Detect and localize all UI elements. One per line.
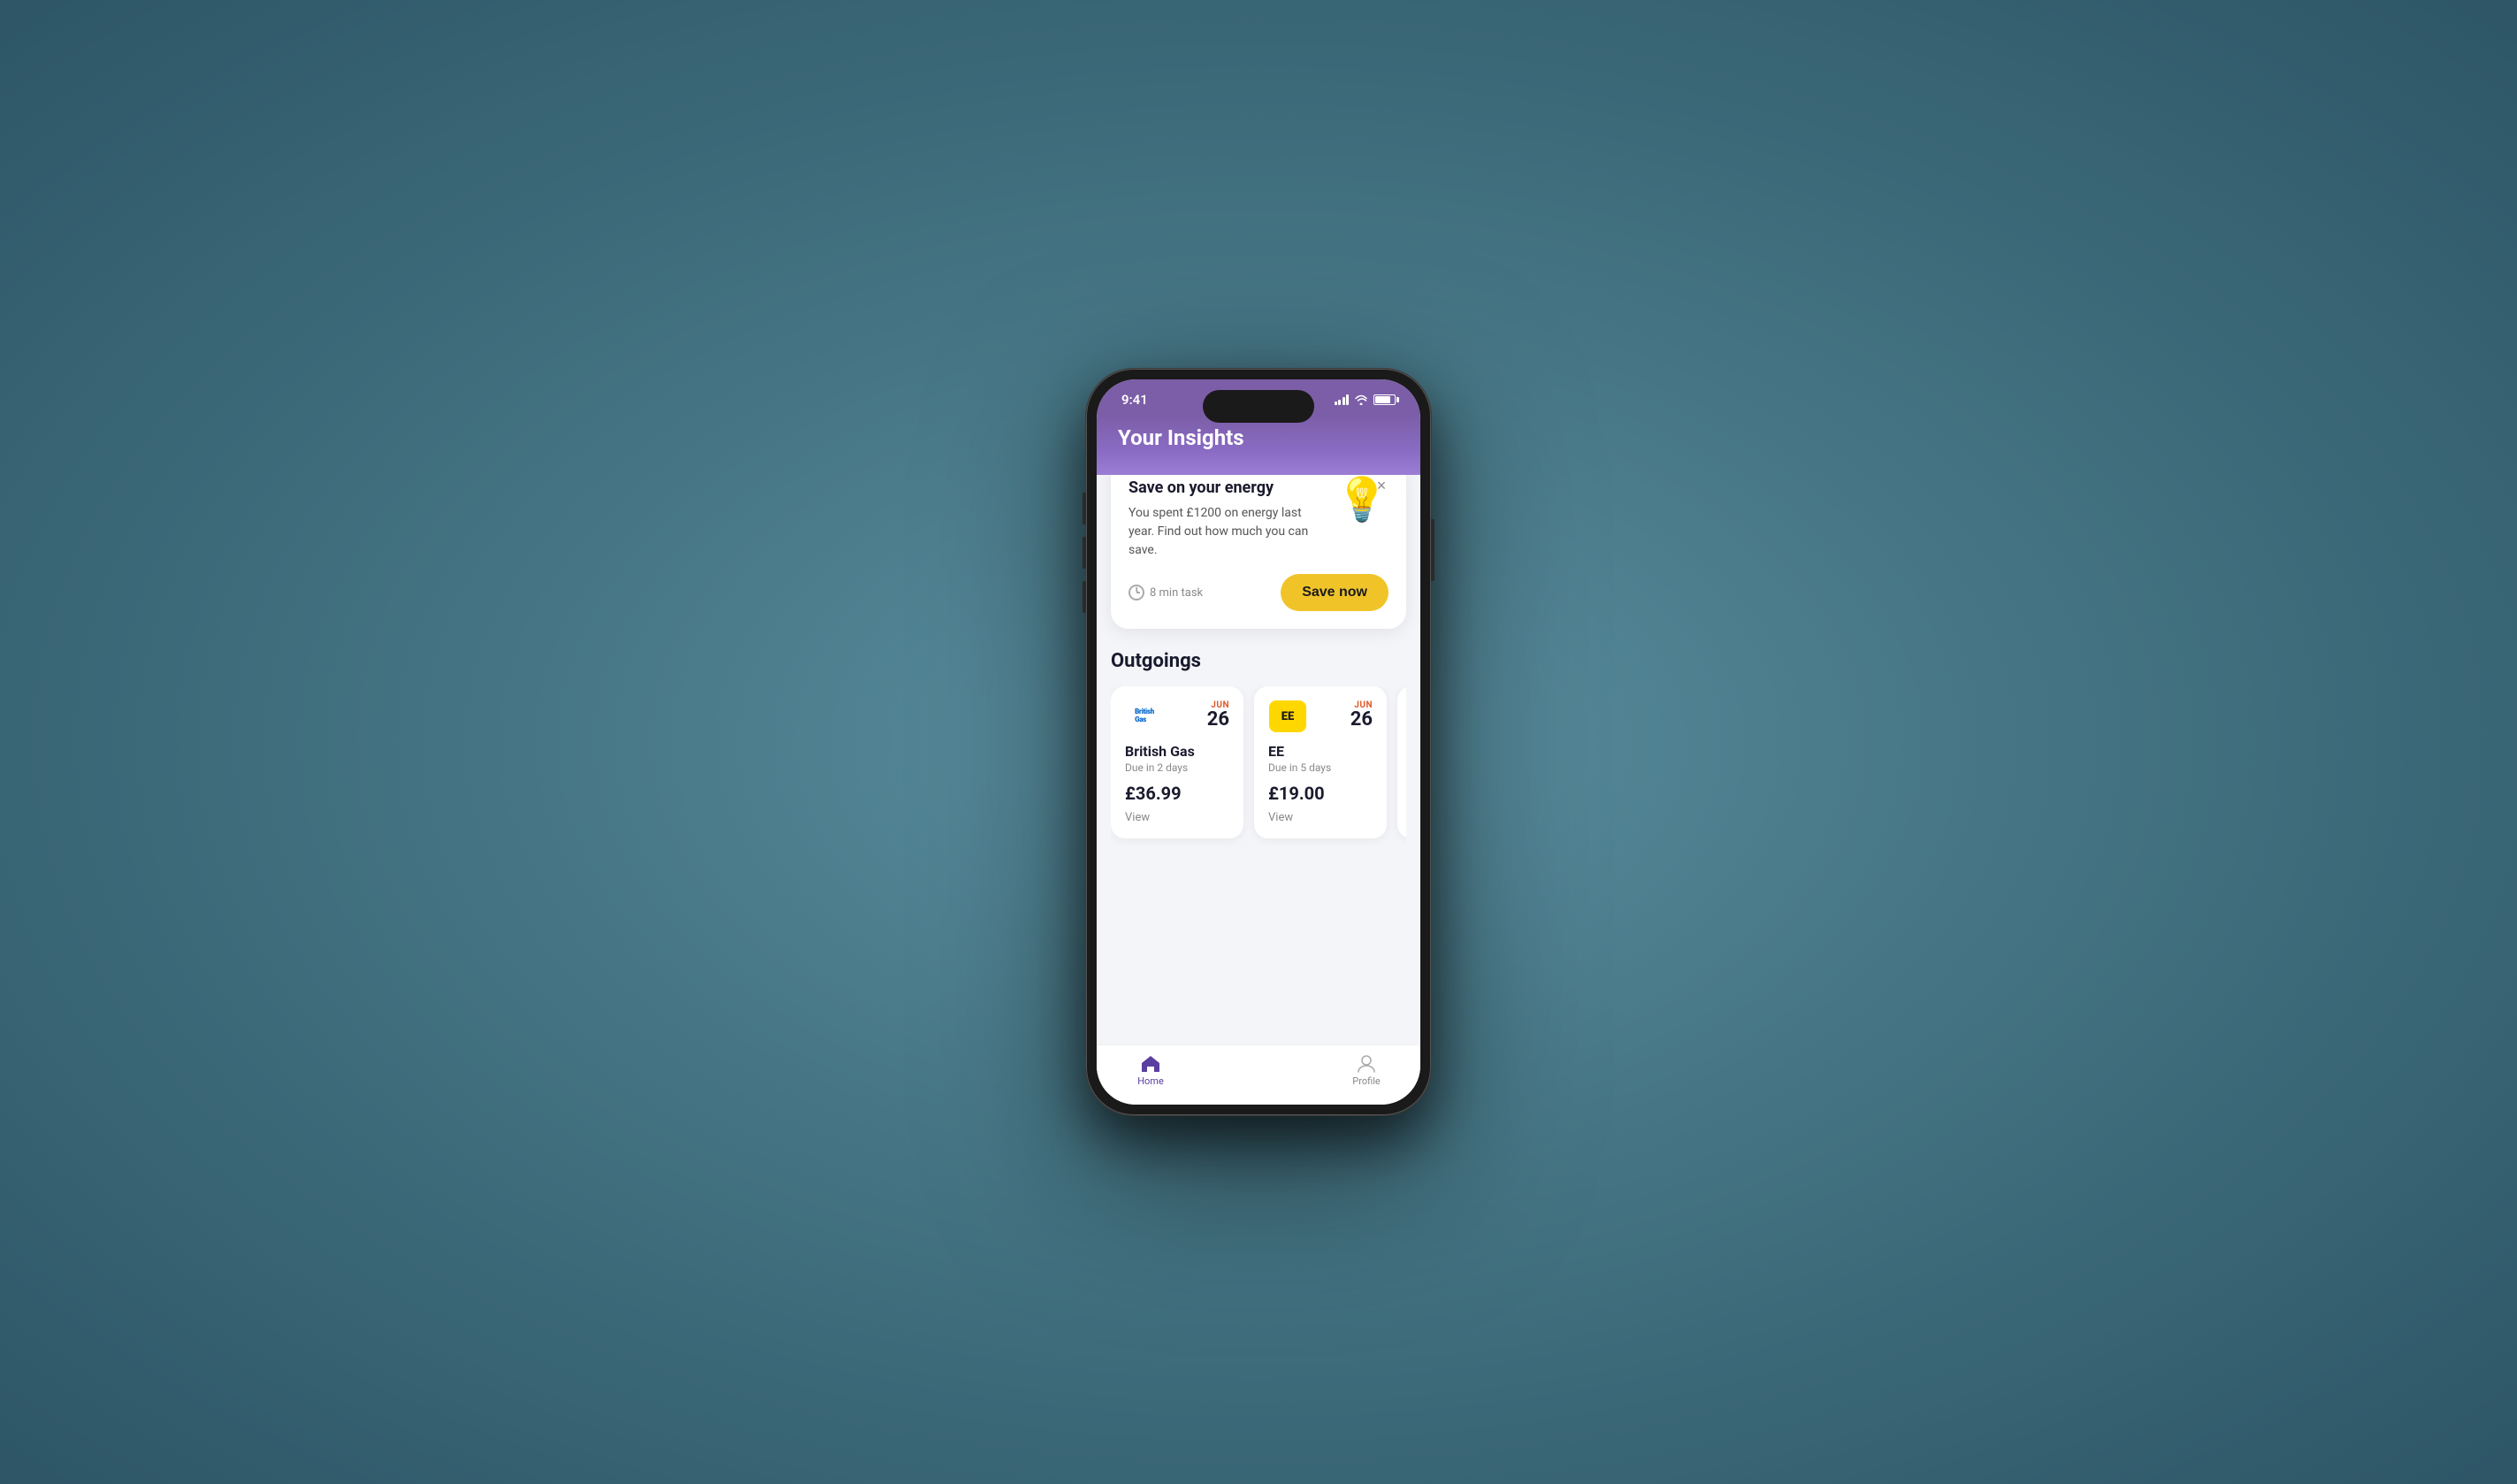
- outgoings-list: BritishGas JUN 26 British Gas Due in 2 d…: [1111, 686, 1406, 845]
- status-time: 9:41: [1121, 392, 1148, 408]
- main-content: × Save on your energy You spent £1200 on…: [1097, 475, 1420, 1044]
- save-now-button[interactable]: Save now: [1281, 574, 1389, 611]
- phone-wrapper: 9:41: [1086, 369, 1431, 1115]
- outgoings-section: Outgoings BritishGas: [1097, 629, 1420, 1044]
- task-time: 8 min task: [1128, 585, 1203, 600]
- outgoing-card-british-gas[interactable]: BritishGas JUN 26 British Gas Due in 2 d…: [1111, 686, 1243, 838]
- home-icon: [1140, 1054, 1161, 1074]
- nav-item-profile[interactable]: Profile: [1312, 1054, 1420, 1087]
- british-gas-date: JUN 26: [1207, 700, 1229, 730]
- ee-logo: EE: [1268, 700, 1307, 732]
- british-gas-day: 26: [1207, 710, 1229, 730]
- insight-description: You spent £1200 on energy last year. Fin…: [1128, 504, 1325, 560]
- task-time-label: 8 min task: [1150, 586, 1203, 600]
- signal-icon: [1335, 394, 1350, 405]
- insight-card-body: Save on your energy You spent £1200 on e…: [1128, 478, 1389, 560]
- outgoing-card-ee[interactable]: EE JUN 26 EE Due in 5 days £19.00: [1254, 686, 1387, 838]
- ee-due: Due in 5 days: [1268, 761, 1373, 774]
- nav-item-home[interactable]: Home: [1097, 1054, 1205, 1087]
- outgoings-title: Outgoings: [1111, 650, 1406, 672]
- british-gas-amount: £36.99: [1125, 783, 1229, 804]
- dynamic-island: [1203, 390, 1314, 423]
- phone-shell: 9:41: [1086, 369, 1431, 1115]
- profile-icon: [1357, 1054, 1376, 1074]
- page-title: Your Insights: [1118, 425, 1399, 450]
- british-gas-company-name: British Gas: [1125, 743, 1229, 760]
- status-icons: [1335, 394, 1396, 405]
- british-gas-logo: BritishGas: [1125, 700, 1164, 732]
- clock-icon: [1128, 585, 1144, 600]
- card-header-ee: EE JUN 26: [1268, 700, 1373, 732]
- ee-amount: £19.00: [1268, 783, 1373, 804]
- nav-profile-label: Profile: [1352, 1075, 1380, 1087]
- outgoing-card-netflix[interactable]: N JUN 26 Netflix Due in a... £8.99 View: [1397, 686, 1406, 838]
- nav-home-label: Home: [1137, 1075, 1164, 1087]
- british-gas-view-link[interactable]: View: [1125, 811, 1229, 824]
- insight-card: × Save on your energy You spent £1200 on…: [1111, 475, 1406, 629]
- insight-title: Save on your energy: [1128, 478, 1325, 497]
- card-header-british-gas: BritishGas JUN 26: [1125, 700, 1229, 732]
- ee-day: 26: [1350, 710, 1373, 730]
- ee-date: JUN 26: [1350, 700, 1373, 730]
- british-gas-due: Due in 2 days: [1125, 761, 1229, 774]
- close-button[interactable]: ×: [1371, 475, 1392, 496]
- battery-icon: [1373, 394, 1396, 405]
- wifi-icon: [1354, 394, 1368, 405]
- insight-footer: 8 min task Save now: [1128, 574, 1389, 611]
- phone-screen: 9:41: [1097, 379, 1420, 1105]
- ee-view-link[interactable]: View: [1268, 811, 1373, 824]
- header: Your Insights: [1097, 415, 1420, 475]
- insight-text-area: Save on your energy You spent £1200 on e…: [1128, 478, 1335, 560]
- ee-company-name: EE: [1268, 743, 1373, 760]
- bottom-nav: Home Profile: [1097, 1044, 1420, 1105]
